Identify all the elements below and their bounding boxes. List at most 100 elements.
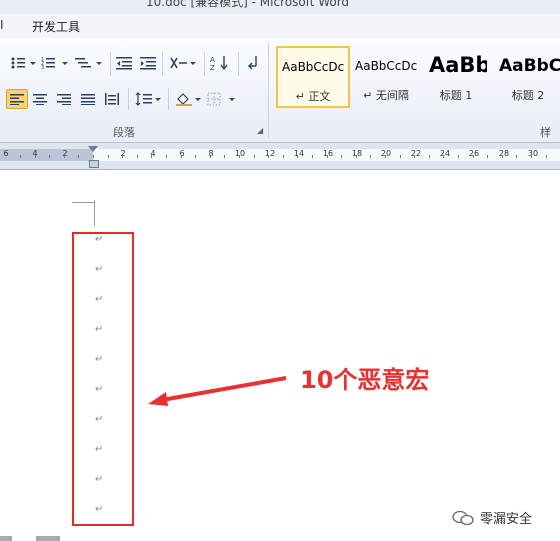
ruler-tick [254,155,255,158]
ruler-tick [473,155,474,158]
ruler-tick [400,155,401,158]
ruler-tick [356,155,357,158]
ruler-label: 10 [234,149,246,158]
window-title: 10.doc [兼容模式] - Microsoft Word [146,0,350,9]
ruler-tick [487,155,488,158]
style-sample: AaBbCcDc [355,59,418,73]
style-name: 标题 1 [439,89,473,102]
chinese-layout-button[interactable] [168,54,198,72]
line-spacing-icon [135,92,161,106]
style-no-spacing[interactable]: AaBbCcDc ↵ 无间隔 [350,46,422,106]
style-sample: AaBb [429,53,488,77]
separator [128,88,129,110]
left-indent-marker[interactable] [89,160,99,168]
justify-button[interactable] [78,90,98,108]
ruler-tick [283,155,284,158]
ruler-label: 24 [439,149,451,158]
style-name: ↵ 无间隔 [363,89,409,102]
ruler-tick [239,155,240,158]
ruler-label: 14 [293,149,305,158]
ruler-label: 16 [322,149,334,158]
title-bar: 10.doc [兼容模式] - Microsoft Word [0,0,560,14]
ruler-tick [151,155,152,158]
align-left-icon [10,94,24,105]
svg-text:Z: Z [210,64,215,71]
ruler-tick [78,155,79,158]
ruler-tick [137,155,138,158]
ruler-tick [531,155,532,158]
annotation-label: 10个恶意宏 [300,366,430,394]
numbering-button[interactable]: 1 2 3 [40,54,70,72]
style-heading-1[interactable]: AaBb 标题 1 [424,46,488,106]
show-marks-button[interactable] [244,54,262,72]
first-line-indent-marker[interactable] [88,146,98,152]
paragraph-mark-icon [248,56,257,70]
align-center-icon [33,94,47,105]
margin-corner-mark [72,202,94,203]
separator [110,52,111,76]
borders-button[interactable] [206,90,236,108]
align-left-button[interactable] [6,89,28,109]
ruler-label: 18 [351,149,363,158]
separator [204,52,205,76]
sort-button[interactable]: AZ [208,54,232,72]
svg-text:3: 3 [41,65,44,70]
ruler-tick [35,155,36,158]
watermark: 零漏安全 [452,508,532,527]
separator [168,88,169,110]
ruler-tick [429,155,430,158]
separator [162,52,163,76]
paint-bucket-icon [176,93,201,106]
align-right-icon [57,94,71,105]
ruler-tick [297,155,298,158]
numbering-icon: 1 2 3 [41,57,68,70]
separator [238,52,239,76]
ruler-tick [224,155,225,158]
ruler-tick [385,155,386,158]
ruler-tick [122,155,123,158]
ruler-tick [93,155,94,158]
style-sample: AaBbC [499,56,560,76]
ruler-tick [64,155,65,158]
bullets-button[interactable] [8,54,38,72]
ruler-tick [370,155,371,158]
align-right-button[interactable] [54,90,74,108]
style-normal[interactable]: AaBbCcDc ↵ 正文 [276,46,350,108]
tab-partial[interactable]: I [0,18,4,32]
highlight-box [72,232,134,526]
distributed-button[interactable] [102,90,122,108]
ribbon: 1 2 3 A Z 段落 ◢ AaBbCcDc ↵ 正文 AaBbCcDc ↵ … [0,38,560,155]
ruler-tick [166,155,167,158]
multilevel-list-button[interactable] [74,54,104,72]
ruler-tick [502,155,503,158]
ruler-tick [341,155,342,158]
bullets-icon [11,57,36,69]
ruler-tick [458,155,459,158]
ruler-margin-shade [0,149,93,161]
group-separator [268,42,269,138]
svg-text:A: A [210,56,215,64]
ruler-tick [312,155,313,158]
increase-indent-button[interactable] [138,54,158,72]
ruler-tick [443,155,444,158]
red-arrow-icon [148,376,287,406]
chinese-layout-icon [170,57,196,69]
tab-developer[interactable]: 开发工具 [32,18,80,35]
horizontal-ruler[interactable]: 6 4 2 2 4 6 8 10 12 14 16 18 20 22 24 26 28 30 [0,143,560,170]
styles-gallery: AaBbCcDc ↵ 正文 AaBbCcDc ↵ 无间隔 AaBb 标题 1 A… [272,42,560,108]
style-heading-2[interactable]: AaBbC 标题 2 [494,46,560,106]
dialog-launcher-icon[interactable]: ◢ [257,126,263,135]
ruler-tick [181,155,182,158]
decrease-indent-button[interactable] [114,54,134,72]
decrease-indent-icon [116,57,132,70]
style-name: 标题 2 [511,89,545,102]
shading-button[interactable] [174,90,202,108]
style-sample: AaBbCcDc [282,60,345,74]
ruler-label: 12 [264,149,276,158]
document-page[interactable]: ↵ ↵ ↵ ↵ ↵ ↵ ↵ ↵ ↵ ↵ 10个恶意宏 零漏安全 [0,170,560,541]
line-spacing-button[interactable] [134,90,162,108]
ruler-tick [516,155,517,158]
distributed-icon [105,93,119,105]
align-center-button[interactable] [30,90,50,108]
ruler-tick [49,155,50,158]
